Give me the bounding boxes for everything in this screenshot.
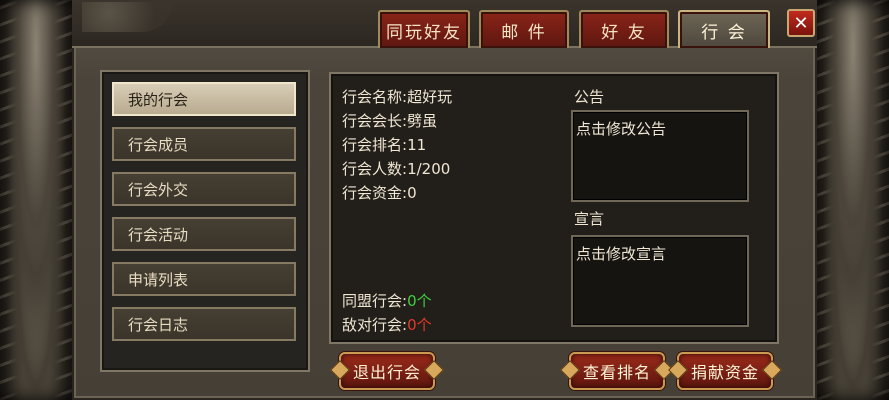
tab-friends[interactable]: 好 友 [579, 10, 669, 48]
enemy-guilds-count: 0个 [407, 316, 432, 334]
declaration-title: 宣言 [574, 210, 605, 228]
corner-ornament [82, 2, 172, 32]
right-ornament-pillar [817, 0, 889, 400]
notice-text: 点击修改公告 [576, 120, 667, 138]
tab-guild[interactable]: 行 会 [678, 10, 770, 48]
menu-item-application-list[interactable]: 申请列表 [112, 262, 296, 296]
guild-funds-row: 行会资金:0 [342, 182, 417, 203]
declaration-text: 点击修改宣言 [576, 245, 667, 263]
guild-funds-value: 0 [407, 184, 417, 202]
guild-name-label: 行会名称: [342, 88, 408, 106]
guild-info-panel: 行会名称:超好玩 行会会长:劈虽 行会排名:11 行会人数:1/200 行会资金… [329, 72, 779, 344]
allied-guilds-count: 0个 [407, 292, 432, 310]
allied-guilds-label: 同盟行会: [342, 292, 408, 310]
allied-guilds-row: 同盟行会:0个 [342, 290, 432, 311]
guild-leader-row: 行会会长:劈虽 [342, 110, 437, 131]
guild-members-label: 行会人数: [342, 160, 408, 178]
menu-item-guild-diplomacy[interactable]: 行会外交 [112, 172, 296, 206]
menu-item-guild-log[interactable]: 行会日志 [112, 307, 296, 341]
guild-name-value: 超好玩 [407, 88, 453, 106]
guild-rank-label: 行会排名: [342, 136, 408, 154]
guild-rank-value: 11 [407, 136, 427, 154]
guild-leader-value: 劈虽 [407, 112, 438, 130]
close-icon: ✕ [793, 12, 809, 34]
menu-item-guild-members[interactable]: 行会成员 [112, 127, 296, 161]
donate-funds-button[interactable]: 捐献资金 [677, 352, 773, 390]
guild-members-value: 1/200 [407, 160, 451, 178]
close-button[interactable]: ✕ [787, 9, 815, 37]
guild-funds-label: 行会资金: [342, 184, 408, 202]
guild-rank-row: 行会排名:11 [342, 134, 426, 155]
enemy-guilds-label: 敌对行会: [342, 316, 408, 334]
notice-textbox[interactable]: 点击修改公告 [571, 110, 749, 202]
tab-mail[interactable]: 邮 件 [479, 10, 569, 48]
guild-members-row: 行会人数:1/200 [342, 158, 450, 179]
menu-item-guild-activities[interactable]: 行会活动 [112, 217, 296, 251]
left-ornament-pillar [0, 0, 72, 400]
leave-guild-button[interactable]: 退出行会 [339, 352, 435, 390]
guild-leader-label: 行会会长: [342, 112, 408, 130]
enemy-guilds-row: 敌对行会:0个 [342, 314, 432, 335]
declaration-textbox[interactable]: 点击修改宣言 [571, 235, 749, 327]
tab-play-friends[interactable]: 同玩好友 [378, 10, 470, 48]
notice-title: 公告 [574, 88, 605, 106]
guild-menu-panel: 我的行会 行会成员 行会外交 行会活动 申请列表 行会日志 [100, 70, 310, 372]
menu-item-my-guild[interactable]: 我的行会 [112, 82, 296, 116]
view-rank-button[interactable]: 查看排名 [569, 352, 665, 390]
guild-name-row: 行会名称:超好玩 [342, 86, 452, 107]
